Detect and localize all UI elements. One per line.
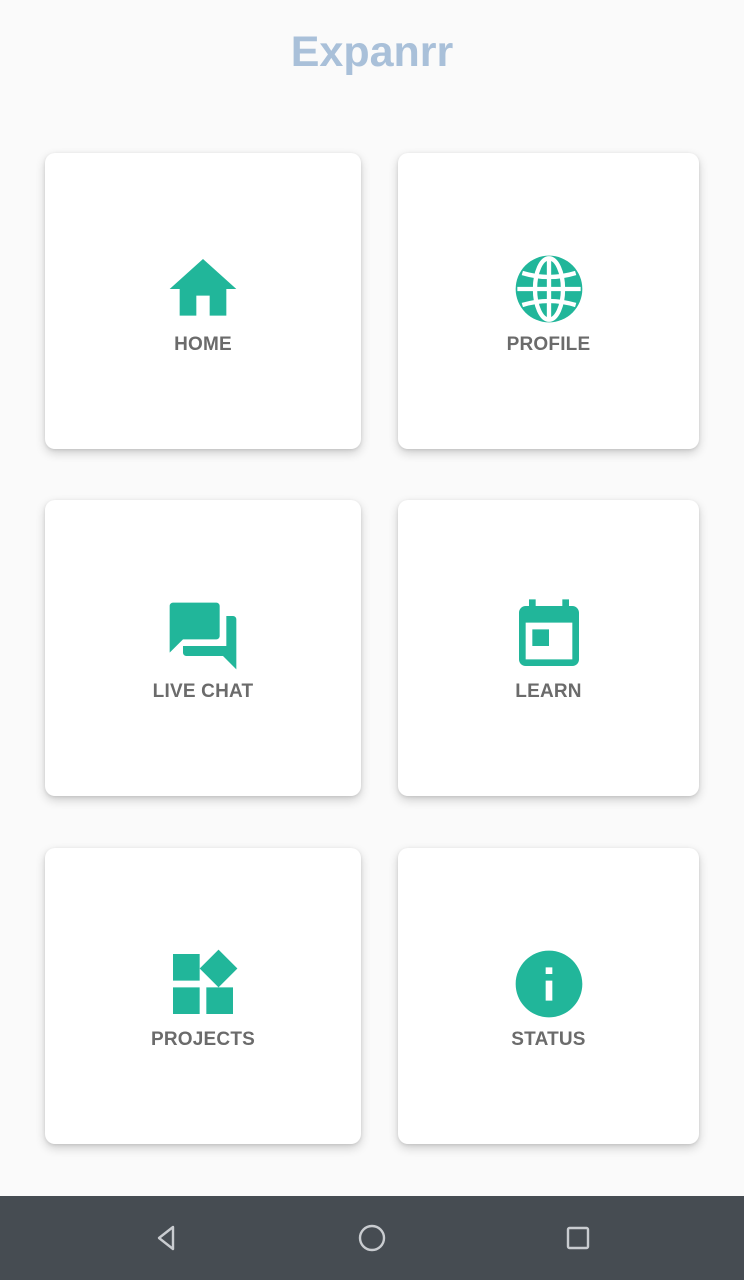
status-card[interactable]: STATUS	[398, 848, 699, 1144]
home-label: HOME	[174, 334, 232, 355]
home-circle-icon[interactable]	[348, 1214, 396, 1262]
back-icon[interactable]	[142, 1214, 190, 1262]
globe-icon	[509, 249, 589, 329]
app-title: Expanrr	[290, 28, 454, 76]
live-chat-card[interactable]: LIVE CHAT	[45, 500, 361, 796]
recents-icon[interactable]	[554, 1214, 602, 1262]
chat-bubbles-icon	[163, 596, 243, 676]
home-icon	[163, 249, 243, 329]
learn-card[interactable]: LEARN	[398, 500, 699, 796]
live-chat-label: LIVE CHAT	[152, 681, 254, 702]
learn-label: LEARN	[515, 681, 582, 702]
projects-label: PROJECTS	[150, 1029, 255, 1050]
projects-card[interactable]: PROJECTS	[45, 848, 361, 1144]
info-icon	[509, 944, 589, 1024]
profile-label: PROFILE	[506, 334, 591, 355]
status-label: STATUS	[511, 1029, 586, 1050]
widgets-icon	[163, 944, 243, 1024]
system-navigation-bar	[0, 1196, 744, 1280]
home-card[interactable]: HOME	[45, 153, 361, 449]
calendar-icon	[509, 596, 589, 676]
profile-card[interactable]: PROFILE	[398, 153, 699, 449]
